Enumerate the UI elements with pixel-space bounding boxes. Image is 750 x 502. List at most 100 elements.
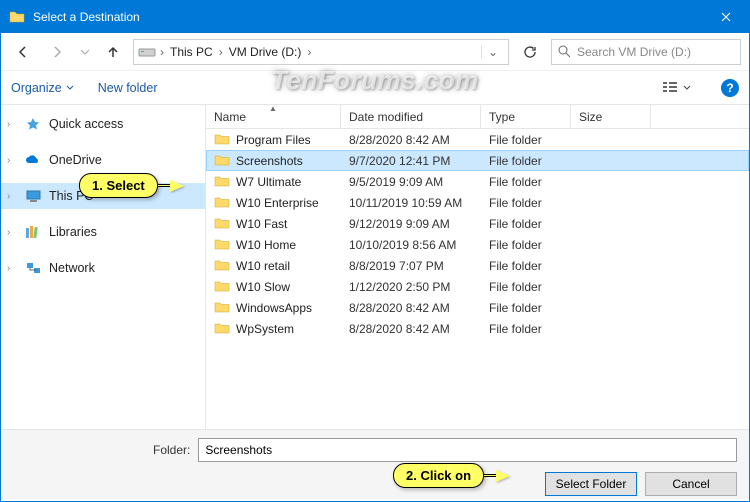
annotation-step-1: 1. Select [79, 173, 184, 198]
file-name: W10 Slow [236, 280, 290, 294]
annotation-step-2: 2. Click on [393, 463, 510, 488]
folder-icon [214, 258, 230, 274]
folder-input-row: Folder: [153, 438, 737, 462]
folder-name-input[interactable] [198, 438, 737, 462]
search-placeholder: Search VM Drive (D:) [577, 45, 691, 59]
recent-locations-button[interactable] [77, 38, 93, 66]
file-row[interactable]: W7 Ultimate9/5/2019 9:09 AMFile folder [206, 171, 749, 192]
sidebar-item-quick-access[interactable]: › Quick access [1, 111, 205, 137]
folder-icon [214, 300, 230, 316]
file-name: WindowsApps [236, 301, 312, 315]
column-header-type[interactable]: Type [481, 105, 571, 128]
view-options-button[interactable] [657, 77, 697, 99]
chevron-right-icon: › [7, 155, 10, 166]
chevron-right-icon: › [7, 263, 10, 274]
file-name: Program Files [236, 133, 311, 147]
sidebar-item-label: OneDrive [49, 153, 102, 167]
close-button[interactable] [703, 1, 749, 33]
breadcrumb[interactable]: › This PC › VM Drive (D:) › ⌄ [133, 39, 509, 65]
help-button[interactable]: ? [721, 79, 739, 97]
libraries-icon [25, 224, 41, 240]
callout-bubble: 2. Click on [393, 463, 484, 488]
breadcrumb-segment[interactable]: VM Drive (D:) [225, 45, 306, 59]
file-date: 10/10/2019 8:56 AM [341, 238, 481, 252]
star-icon [25, 116, 41, 132]
file-row[interactable]: WpSystem8/28/2020 8:42 AMFile folder [206, 318, 749, 339]
folder-icon [214, 237, 230, 253]
folder-label: Folder: [153, 443, 190, 457]
chevron-right-icon: › [7, 191, 10, 202]
file-type: File folder [481, 217, 571, 231]
column-header-name[interactable]: ▲ Name [206, 105, 341, 128]
toolbar: Organize New folder ? [1, 71, 749, 105]
folder-icon [214, 321, 230, 337]
sort-asc-icon: ▲ [269, 104, 277, 113]
file-date: 9/12/2019 9:09 AM [341, 217, 481, 231]
up-button[interactable] [99, 38, 127, 66]
sidebar-item-onedrive[interactable]: › OneDrive [1, 147, 205, 173]
sidebar: › Quick access › OneDrive › This PC › Li… [1, 105, 206, 429]
file-row[interactable]: Screenshots9/7/2020 12:41 PMFile folder [206, 150, 749, 171]
file-row[interactable]: W10 Slow1/12/2020 2:50 PMFile folder [206, 276, 749, 297]
chevron-right-icon: › [217, 45, 225, 59]
file-row[interactable]: W10 Home 10/10/2019 8:56 AMFile folder [206, 234, 749, 255]
column-header-size[interactable]: Size [571, 105, 651, 128]
file-list: ▲ Name Date modified Type Size Program Fi… [206, 105, 749, 429]
file-type: File folder [481, 154, 571, 168]
file-name: W10 Enterprise [236, 196, 319, 210]
organize-menu[interactable]: Organize [11, 81, 74, 95]
search-icon [558, 45, 571, 58]
file-name: WpSystem [236, 322, 294, 336]
breadcrumb-segment[interactable]: This PC [166, 45, 217, 59]
file-row[interactable]: WindowsApps8/28/2020 8:42 AMFile folder [206, 297, 749, 318]
file-date: 10/11/2019 10:59 AM [341, 196, 481, 210]
callout-bubble: 1. Select [79, 173, 158, 198]
refresh-button[interactable] [515, 39, 545, 65]
new-folder-button[interactable]: New folder [98, 81, 158, 95]
file-type: File folder [481, 196, 571, 210]
folder-icon [214, 132, 230, 148]
dropdown-icon [66, 84, 74, 92]
dialog-buttons: Select Folder Cancel [13, 472, 737, 496]
search-input[interactable]: Search VM Drive (D:) [551, 39, 741, 65]
file-row[interactable]: Program Files 8/28/2020 8:42 AMFile folde… [206, 129, 749, 150]
folder-icon [214, 174, 230, 190]
file-type: File folder [481, 280, 571, 294]
back-button[interactable] [9, 38, 37, 66]
dropdown-icon [683, 84, 691, 92]
file-type: File folder [481, 238, 571, 252]
file-type: File folder [481, 133, 571, 147]
sidebar-item-label: Network [49, 261, 95, 275]
window-title: Select a Destination [33, 10, 703, 24]
chevron-right-icon: › [158, 45, 166, 59]
sidebar-item-libraries[interactable]: › Libraries [1, 219, 205, 245]
file-row[interactable]: W10 Fast 9/12/2019 9:09 AMFile folder [206, 213, 749, 234]
cloud-icon [25, 152, 41, 168]
forward-button[interactable] [43, 38, 71, 66]
file-date: 9/5/2019 9:09 AM [341, 175, 481, 189]
column-header-date[interactable]: Date modified [341, 105, 481, 128]
select-folder-button[interactable]: Select Folder [545, 472, 637, 496]
column-label: Name [214, 110, 246, 124]
navigation-bar: › This PC › VM Drive (D:) › ⌄ Search VM … [1, 33, 749, 71]
column-headers: ▲ Name Date modified Type Size [206, 105, 749, 129]
file-name: W10 Home [236, 238, 296, 252]
file-name: W10 Fast [236, 217, 287, 231]
file-date: 8/8/2019 7:07 PM [341, 259, 481, 273]
sidebar-item-label: Quick access [49, 117, 123, 131]
sidebar-item-network[interactable]: › Network [1, 255, 205, 281]
folder-icon [214, 153, 230, 169]
file-date: 8/28/2020 8:42 AM [341, 133, 481, 147]
computer-icon [25, 188, 41, 204]
file-date: 8/28/2020 8:42 AM [341, 322, 481, 336]
chevron-down-icon[interactable]: ⌄ [481, 45, 504, 59]
cancel-button[interactable]: Cancel [645, 472, 737, 496]
bottom-panel: Folder: Select Folder Cancel [1, 429, 749, 499]
file-rows: Program Files8/28/2020 8:42 AMFile folde… [206, 129, 749, 429]
network-icon [25, 260, 41, 276]
dialog-body: › Quick access › OneDrive › This PC › Li… [1, 105, 749, 429]
file-row[interactable]: W10 Enterprise 10/11/2019 10:59 AMFile fo… [206, 192, 749, 213]
file-row[interactable]: W10 retail8/8/2019 7:07 PMFile folder [206, 255, 749, 276]
title-bar[interactable]: Select a Destination [1, 1, 749, 33]
chevron-right-icon: › [7, 119, 10, 130]
